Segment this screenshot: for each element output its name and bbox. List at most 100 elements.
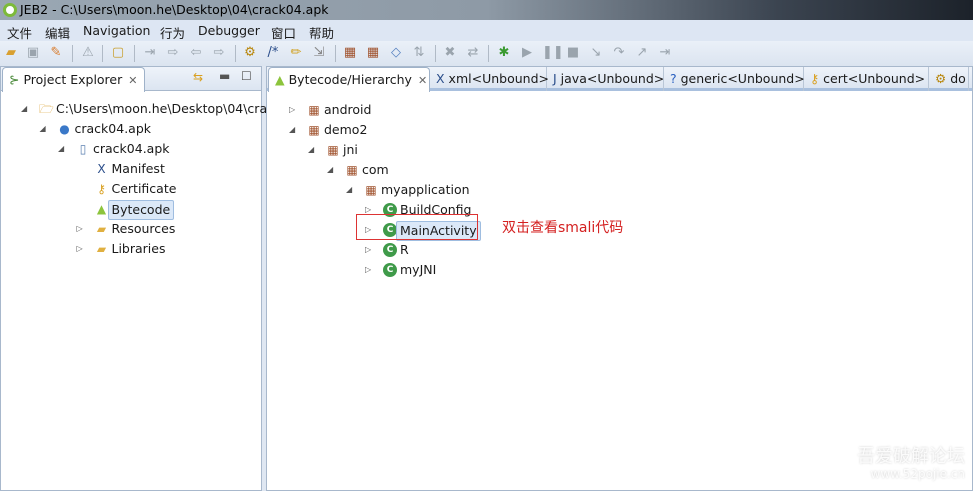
tree-item-label: com [362,162,389,177]
navigate-icon[interactable]: ◇ [388,45,404,61]
back-icon[interactable]: ⇦ [188,45,204,61]
export-icon[interactable]: ⇲ [311,45,327,61]
collapsed-arrow-icon[interactable]: ▷ [365,241,371,259]
tree-item[interactable]: ◢ ▯ crack04.apk [1,140,261,158]
menu-debugger[interactable]: Debugger [198,23,260,38]
key-icon: ⚷ [810,71,824,86]
blue-dot-icon: ● [59,122,70,136]
collapsed-arrow-icon[interactable]: ▷ [289,101,295,119]
tree-item[interactable]: ▷ ▰ Resources [1,220,261,238]
collapsed-arrow-icon[interactable]: ▷ [77,220,83,238]
question-icon: ? [670,71,681,86]
pause-icon[interactable]: ❚❚ [542,45,564,61]
tree-item-label: Libraries [111,241,166,256]
tree-item[interactable]: ▲ Bytecode [1,200,261,220]
tree-item[interactable]: ◢ ● crack04.apk [1,120,261,138]
expanded-arrow-icon[interactable]: ◢ [346,181,352,199]
tab-label: xml<Unbound> [448,71,549,86]
tree-item-label: demo2 [324,122,368,137]
menu-action[interactable]: 行为 [160,23,185,42]
collapsed-arrow-icon[interactable]: ▷ [365,261,371,279]
package-icon[interactable]: ▦ [342,45,358,61]
maximize-icon[interactable]: ☐ [241,69,252,83]
tree-item[interactable]: ◢ ▦ myapplication [267,181,972,199]
tree-item-label: myapplication [381,182,470,197]
tree-item[interactable]: ▷ C R [267,241,972,259]
package-icon: ▦ [308,123,320,137]
wrench-icon[interactable]: ✎ [48,45,64,61]
open-icon[interactable]: ▰ [3,45,19,61]
tab-label: generic<Unbound> [680,71,805,86]
package-icon: ▦ [327,143,339,157]
expanded-arrow-icon[interactable]: ◢ [21,100,27,118]
tab-generic-unbound-[interactable]: ? generic<Unbound> [664,67,805,91]
tab-project-explorer[interactable]: ⊱ Project Explorer ✕ [2,67,145,92]
menu-help[interactable]: 帮助 [309,23,334,42]
resume-icon[interactable]: ▶ [519,45,535,61]
title-bar: JEB2 - C:\Users\moon.he\Desktop\04\crack… [0,0,973,20]
expanded-arrow-icon[interactable]: ◢ [327,161,333,179]
debug-icon[interactable]: ✱ [496,45,512,61]
expanded-arrow-icon[interactable]: ◢ [40,120,46,138]
tree-item[interactable]: X Manifest [1,160,261,178]
comment-icon[interactable]: /* [265,45,281,61]
gears-icon[interactable]: ⚙ [242,45,258,61]
folder-icon: ▰ [96,242,107,256]
tab-java-unbound-[interactable]: J java<Unbound> [547,67,664,91]
android-icon: ▲ [275,72,289,87]
apk-icon: ▯ [79,142,87,156]
tree-item[interactable]: ▷ ▰ Libraries [1,240,261,258]
stop-icon[interactable]: ■ [565,45,581,61]
step-into-icon[interactable]: ↘ [588,45,604,61]
tree-item[interactable]: ◢ ▦ jni [267,141,972,159]
delete-icon[interactable]: ✖ [442,45,458,61]
tab-cert-unbound-[interactable]: ⚷ cert<Unbound> [804,67,929,91]
tree-item[interactable]: ◢ 🗁 C:\Users\moon.he\Desktop\04\cra [1,100,267,118]
watermark-url: www.52pojie.cn [870,467,965,481]
menu-edit[interactable]: 编辑 [45,23,70,42]
tree-item[interactable]: ◢ ▦ com [267,161,972,179]
tab-xml-unbound-[interactable]: X xml<Unbound> [430,67,549,91]
step-return-icon[interactable]: ↗ [634,45,650,61]
xref-icon[interactable]: ⇅ [411,45,427,61]
folder-open-icon: 🗁 [39,102,54,116]
pencil-icon[interactable]: ✏ [288,45,304,61]
tree-item-label: crack04.apk [93,141,170,156]
new-icon[interactable]: ▢ [110,45,126,61]
highlight-box [356,214,478,240]
tree-item-label: crack04.apk [74,121,152,136]
forward-icon[interactable]: ⇨ [211,45,227,61]
tree-item[interactable]: ◢ ▦ demo2 [267,121,972,139]
warning-icon[interactable]: ⚠ [80,45,96,61]
link-editor-icon[interactable]: ⇆ [193,70,203,84]
folder-icon: ▰ [96,222,107,236]
menu-file[interactable]: 文件 [7,23,32,42]
collapsed-arrow-icon[interactable]: ▷ [77,240,83,258]
move-package-icon[interactable]: ▦ [365,45,381,61]
step-over-icon[interactable]: ↷ [611,45,627,61]
expanded-arrow-icon[interactable]: ◢ [308,141,314,159]
save-icon[interactable]: ▣ [25,45,41,61]
tab-label: java<Unbound> [560,71,665,86]
tab-do[interactable]: ⚙ do [929,67,969,91]
tree-item[interactable]: ▷ ▦ android [267,101,972,119]
expanded-arrow-icon[interactable]: ◢ [58,140,64,158]
replace-icon[interactable]: ⇄ [465,45,481,61]
expanded-arrow-icon[interactable]: ◢ [289,121,295,139]
package-icon: ▦ [365,183,377,197]
close-icon[interactable]: ✕ [418,74,427,87]
run-to-line-icon[interactable]: ⇥ [657,45,673,61]
follow-icon[interactable]: ⇨ [165,45,181,61]
tree-item-label: Resources [111,221,176,236]
menu-navigation[interactable]: Navigation [83,23,150,38]
java-icon: J [553,71,561,86]
package-icon: ▦ [308,103,320,117]
tree-item[interactable]: ▷ CmyJNI [267,261,972,279]
tree-item[interactable]: ⚷ Certificate [1,180,261,198]
menu-window[interactable]: 窗口 [271,23,296,42]
close-icon[interactable]: ✕ [128,74,137,87]
jump-icon[interactable]: ⇥ [142,45,158,61]
minimize-icon[interactable]: ▬ [219,69,230,83]
tab-bytecode-hierarchy[interactable]: ▲ Bytecode/Hierarchy ✕ [268,67,430,92]
tree-item-label: C:\Users\moon.he\Desktop\04\cra [56,101,268,116]
